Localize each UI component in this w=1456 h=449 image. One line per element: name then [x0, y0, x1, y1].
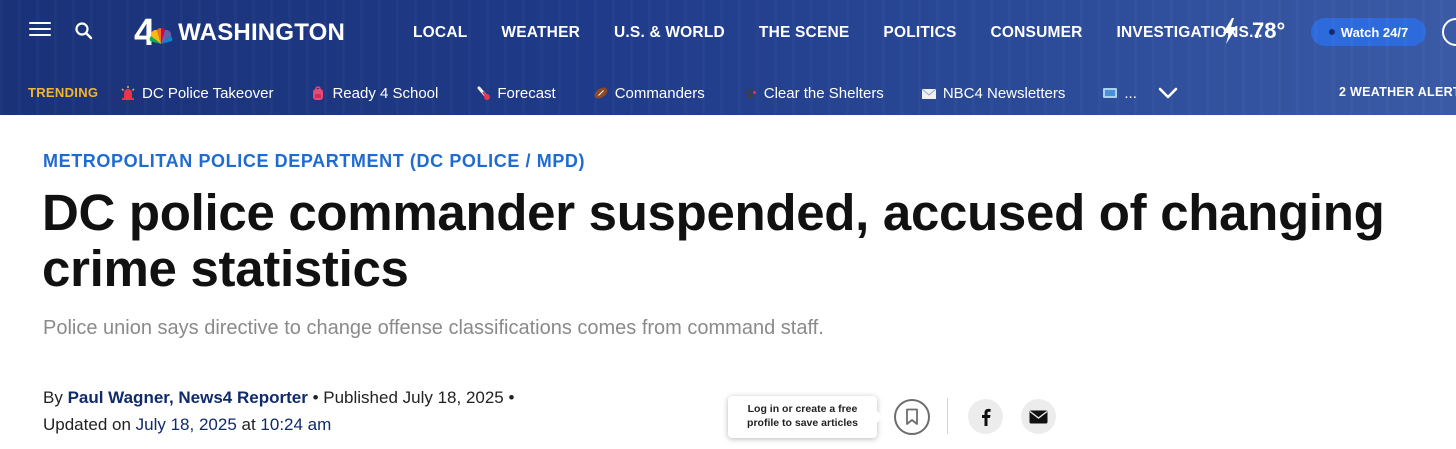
- weather-alerts-link[interactable]: 2 WEATHER ALERTS: [1339, 85, 1456, 99]
- menu-icon[interactable]: [29, 20, 51, 38]
- trending-item-label: Ready 4 School: [332, 84, 439, 102]
- save-tooltip-line-2: profile to save articles: [747, 417, 858, 429]
- nav-weather[interactable]: WEATHER: [501, 24, 580, 44]
- save-tooltip-line-1: Log in or create a free: [747, 403, 858, 415]
- paw-icon: [744, 88, 756, 99]
- byline: By Paul Wagner, News4 Reporter • Publish…: [43, 384, 514, 438]
- nav-local[interactable]: LOCAL: [413, 24, 467, 44]
- byline-line-2: Updated on July 18, 2025 at 10:24 am: [43, 411, 514, 438]
- facebook-icon: [981, 408, 991, 426]
- top-bar: 4 WASHINGTON LOCAL WEATHER U.S. & WORLD …: [0, 0, 1456, 66]
- watch-label: Watch 24/7: [1340, 24, 1409, 40]
- trending-item-label: NBC4 Newsletters: [942, 84, 1066, 102]
- trending-item-label: Forecast: [497, 84, 556, 102]
- trending-item-label: DC Police Takeover: [142, 84, 274, 102]
- byline-by: By: [43, 388, 68, 407]
- bookmark-icon: [906, 408, 918, 425]
- temperature: 78°: [1252, 18, 1286, 43]
- backpack-icon: [313, 86, 324, 100]
- peacock-icon: [149, 28, 173, 44]
- weather-widget[interactable]: 78°: [1220, 17, 1285, 45]
- trending-label: TRENDING: [28, 85, 99, 100]
- site-logo[interactable]: 4 WASHINGTON: [134, 14, 346, 52]
- updated-time: 10:24 am: [260, 415, 332, 434]
- envelope-icon: [921, 88, 937, 99]
- trending-list: DC Police Takeover Ready 4 School Foreca…: [120, 83, 1174, 103]
- trending-item[interactable]: NBC4 Newsletters: [921, 84, 1066, 102]
- trending-item-label: ...: [1124, 84, 1137, 102]
- share-facebook-button[interactable]: [968, 399, 1003, 434]
- article-summary: Police union says directive to change of…: [43, 317, 824, 339]
- logo-station-name: WASHINGTON: [178, 19, 346, 46]
- save-tooltip: Log in or create a free profile to save …: [728, 396, 883, 438]
- updated-date: July 18, 2025: [135, 415, 237, 434]
- trending-bar: TRENDING DC Police Takeover Ready 4 Scho…: [0, 66, 1456, 115]
- published-date: • Published July 18, 2025 •: [307, 388, 515, 407]
- trending-item[interactable]: Forecast: [475, 84, 556, 102]
- trending-item[interactable]: Commanders: [593, 85, 705, 102]
- trending-item[interactable]: DC Police Takeover: [120, 85, 273, 102]
- tv-icon: [1103, 88, 1118, 98]
- article-headline: DC police commander suspended, accused o…: [42, 184, 1385, 297]
- share-email-button[interactable]: [1021, 399, 1056, 434]
- trending-item[interactable]: Ready 4 School: [310, 85, 438, 102]
- siren-icon: [121, 86, 135, 100]
- main-nav: LOCAL WEATHER U.S. & WORLD THE SCENE POL…: [413, 24, 1297, 44]
- updated-prefix: Updated on: [43, 415, 136, 434]
- trending-item[interactable]: Clear the Shelters: [742, 85, 884, 102]
- chevron-down-icon[interactable]: [1158, 86, 1178, 100]
- account-icon[interactable]: [1442, 18, 1456, 46]
- nav-the-scene[interactable]: THE SCENE: [759, 24, 850, 44]
- save-article-button[interactable]: [894, 399, 930, 435]
- nav-us-world[interactable]: U.S. & WORLD: [614, 24, 725, 44]
- nav-politics[interactable]: POLITICS: [883, 24, 956, 44]
- site-header: 4 WASHINGTON LOCAL WEATHER U.S. & WORLD …: [0, 0, 1456, 115]
- thermometer-icon: [477, 86, 491, 100]
- football-icon: [594, 87, 608, 99]
- watch-live-button[interactable]: Watch 24/7: [1311, 18, 1426, 46]
- article-category[interactable]: METROPOLITAN POLICE DEPARTMENT (DC POLIC…: [43, 151, 585, 172]
- updated-at: at: [236, 415, 261, 434]
- nav-consumer[interactable]: CONSUMER: [991, 24, 1083, 44]
- byline-line-1: By Paul Wagner, News4 Reporter • Publish…: [43, 384, 514, 411]
- trending-item[interactable]: ...: [1102, 85, 1137, 102]
- live-dot-icon: [1328, 29, 1335, 35]
- author-link[interactable]: Paul Wagner, News4 Reporter: [68, 388, 308, 407]
- lightning-icon: [1223, 18, 1237, 44]
- search-icon[interactable]: [74, 21, 94, 41]
- trending-item-label: Clear the Shelters: [763, 84, 884, 102]
- share-divider: [947, 398, 948, 434]
- envelope-icon: [1029, 410, 1048, 423]
- trending-item-label: Commanders: [614, 84, 705, 102]
